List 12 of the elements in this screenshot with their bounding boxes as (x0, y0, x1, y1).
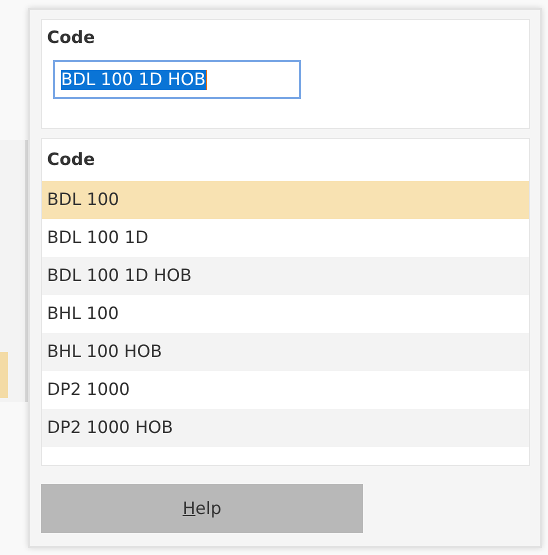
list-item[interactable]: BDL 100 1D HOB (42, 257, 529, 295)
list-item[interactable]: BHL 100 HOB (42, 333, 529, 371)
help-button[interactable]: Help (41, 484, 363, 533)
list-item[interactable]: DP2 1000 HOB (42, 409, 529, 447)
code-input-field[interactable]: BDL 100 1D HOB (53, 60, 301, 99)
list-item[interactable]: BDL 100 (42, 181, 529, 219)
selected-row-strip (0, 352, 8, 398)
column-header: Code (46, 149, 96, 172)
field-label: Code (47, 28, 96, 48)
list-item[interactable]: DP2 1000 (42, 371, 529, 409)
list-item[interactable]: BDL 100 1D (42, 219, 529, 257)
list-item[interactable]: BHL 100 (42, 295, 529, 333)
